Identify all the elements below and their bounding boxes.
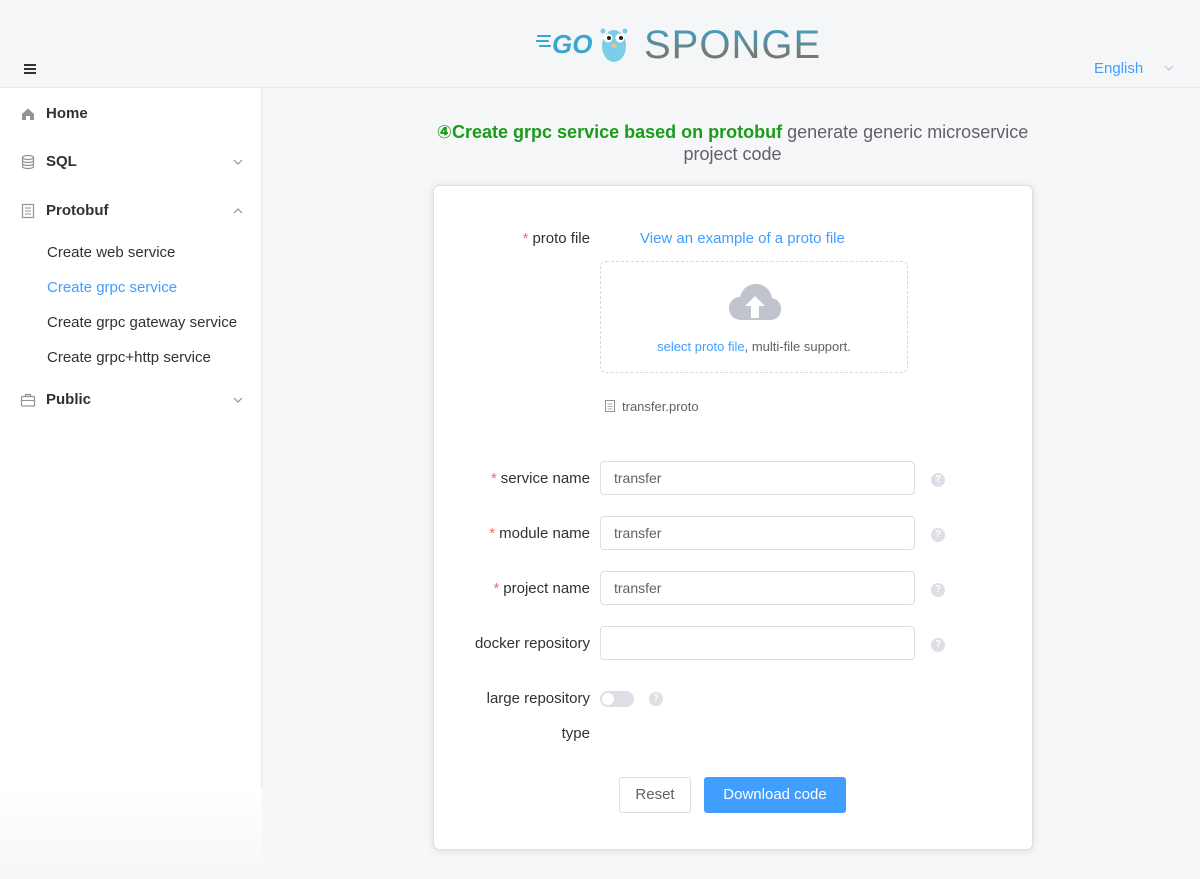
sidebar-item-label: Home: [46, 105, 88, 122]
required-mark: *: [522, 230, 529, 247]
service-name-input[interactable]: [600, 461, 915, 495]
page-title: ④Create grpc service based on protobuf g…: [420, 121, 1045, 165]
reset-button[interactable]: Reset: [619, 777, 691, 813]
sidebar-subitem-create-web-service[interactable]: Create web service: [47, 244, 175, 261]
required-mark: *: [493, 580, 500, 597]
required-mark: *: [489, 525, 496, 542]
document-icon: [21, 203, 35, 219]
service-name-label: * service name: [490, 470, 590, 487]
help-icon[interactable]: ?: [931, 583, 945, 597]
help-icon[interactable]: ?: [649, 692, 663, 706]
sidebar-item-sql[interactable]: SQL: [0, 144, 261, 180]
proto-file-upload-area[interactable]: select proto file, multi-file support.: [600, 261, 908, 373]
menu-toggle-icon[interactable]: [24, 64, 36, 74]
svg-text:GO: GO: [552, 29, 592, 59]
sidebar: Home SQL Protobuf Create web service Cre…: [0, 88, 262, 788]
sidebar-fade: [0, 788, 262, 879]
toggle-knob: [602, 693, 614, 705]
upload-hint: select proto file, multi-file support.: [657, 339, 851, 354]
briefcase-icon: [20, 393, 36, 407]
help-icon[interactable]: ?: [931, 638, 945, 652]
view-proto-example-link[interactable]: View an example of a proto file: [640, 230, 845, 247]
svg-text:SPONGE: SPONGE: [644, 23, 821, 67]
chevron-down-icon: [233, 397, 243, 403]
required-mark: *: [490, 470, 497, 487]
large-repository-label: large repository: [486, 690, 590, 707]
large-repository-toggle[interactable]: [600, 691, 634, 707]
sidebar-item-home[interactable]: Home: [0, 96, 261, 132]
database-icon: [21, 154, 35, 170]
page-title-highlight: ④Create grpc service based on protobuf: [436, 122, 783, 142]
help-icon[interactable]: ?: [931, 528, 945, 542]
module-name-label: * module name: [489, 525, 590, 542]
sidebar-item-protobuf[interactable]: Protobuf: [0, 193, 261, 229]
chevron-down-icon[interactable]: [1163, 62, 1175, 74]
project-name-label: * project name: [493, 580, 590, 597]
download-code-button[interactable]: Download code: [704, 777, 846, 813]
file-icon: [605, 400, 615, 412]
sidebar-item-label: Protobuf: [46, 202, 109, 219]
chevron-down-icon: [233, 159, 243, 165]
project-name-input[interactable]: [600, 571, 915, 605]
chevron-up-icon: [233, 208, 243, 214]
sidebar-item-public[interactable]: Public: [0, 382, 261, 418]
module-name-input[interactable]: [600, 516, 915, 550]
go-sponge-logo: GO SPONGE: [536, 23, 821, 67]
top-header: GO SPONGE English: [0, 0, 1200, 88]
sidebar-subitem-create-grpc-http-service[interactable]: Create grpc+http service: [47, 349, 211, 366]
sidebar-subitem-create-grpc-service[interactable]: Create grpc service: [47, 279, 177, 296]
docker-repository-label: docker repository: [474, 635, 590, 652]
proto-file-label: * proto file: [522, 230, 590, 247]
help-icon[interactable]: ?: [931, 473, 945, 487]
sidebar-subitem-create-grpc-gateway-service[interactable]: Create grpc gateway service: [47, 314, 237, 331]
cloud-upload-icon: [729, 284, 781, 320]
sidebar-item-label: SQL: [46, 153, 77, 170]
home-icon: [22, 108, 34, 120]
select-proto-file-link[interactable]: select proto file: [657, 339, 744, 354]
docker-repository-input[interactable]: [600, 626, 915, 660]
large-repository-label-type: type: [561, 725, 590, 742]
language-select[interactable]: English: [1094, 60, 1143, 77]
sidebar-item-label: Public: [46, 391, 92, 408]
gopher-mascot-icon: [600, 28, 628, 62]
uploaded-file-name: transfer.proto: [622, 399, 699, 414]
